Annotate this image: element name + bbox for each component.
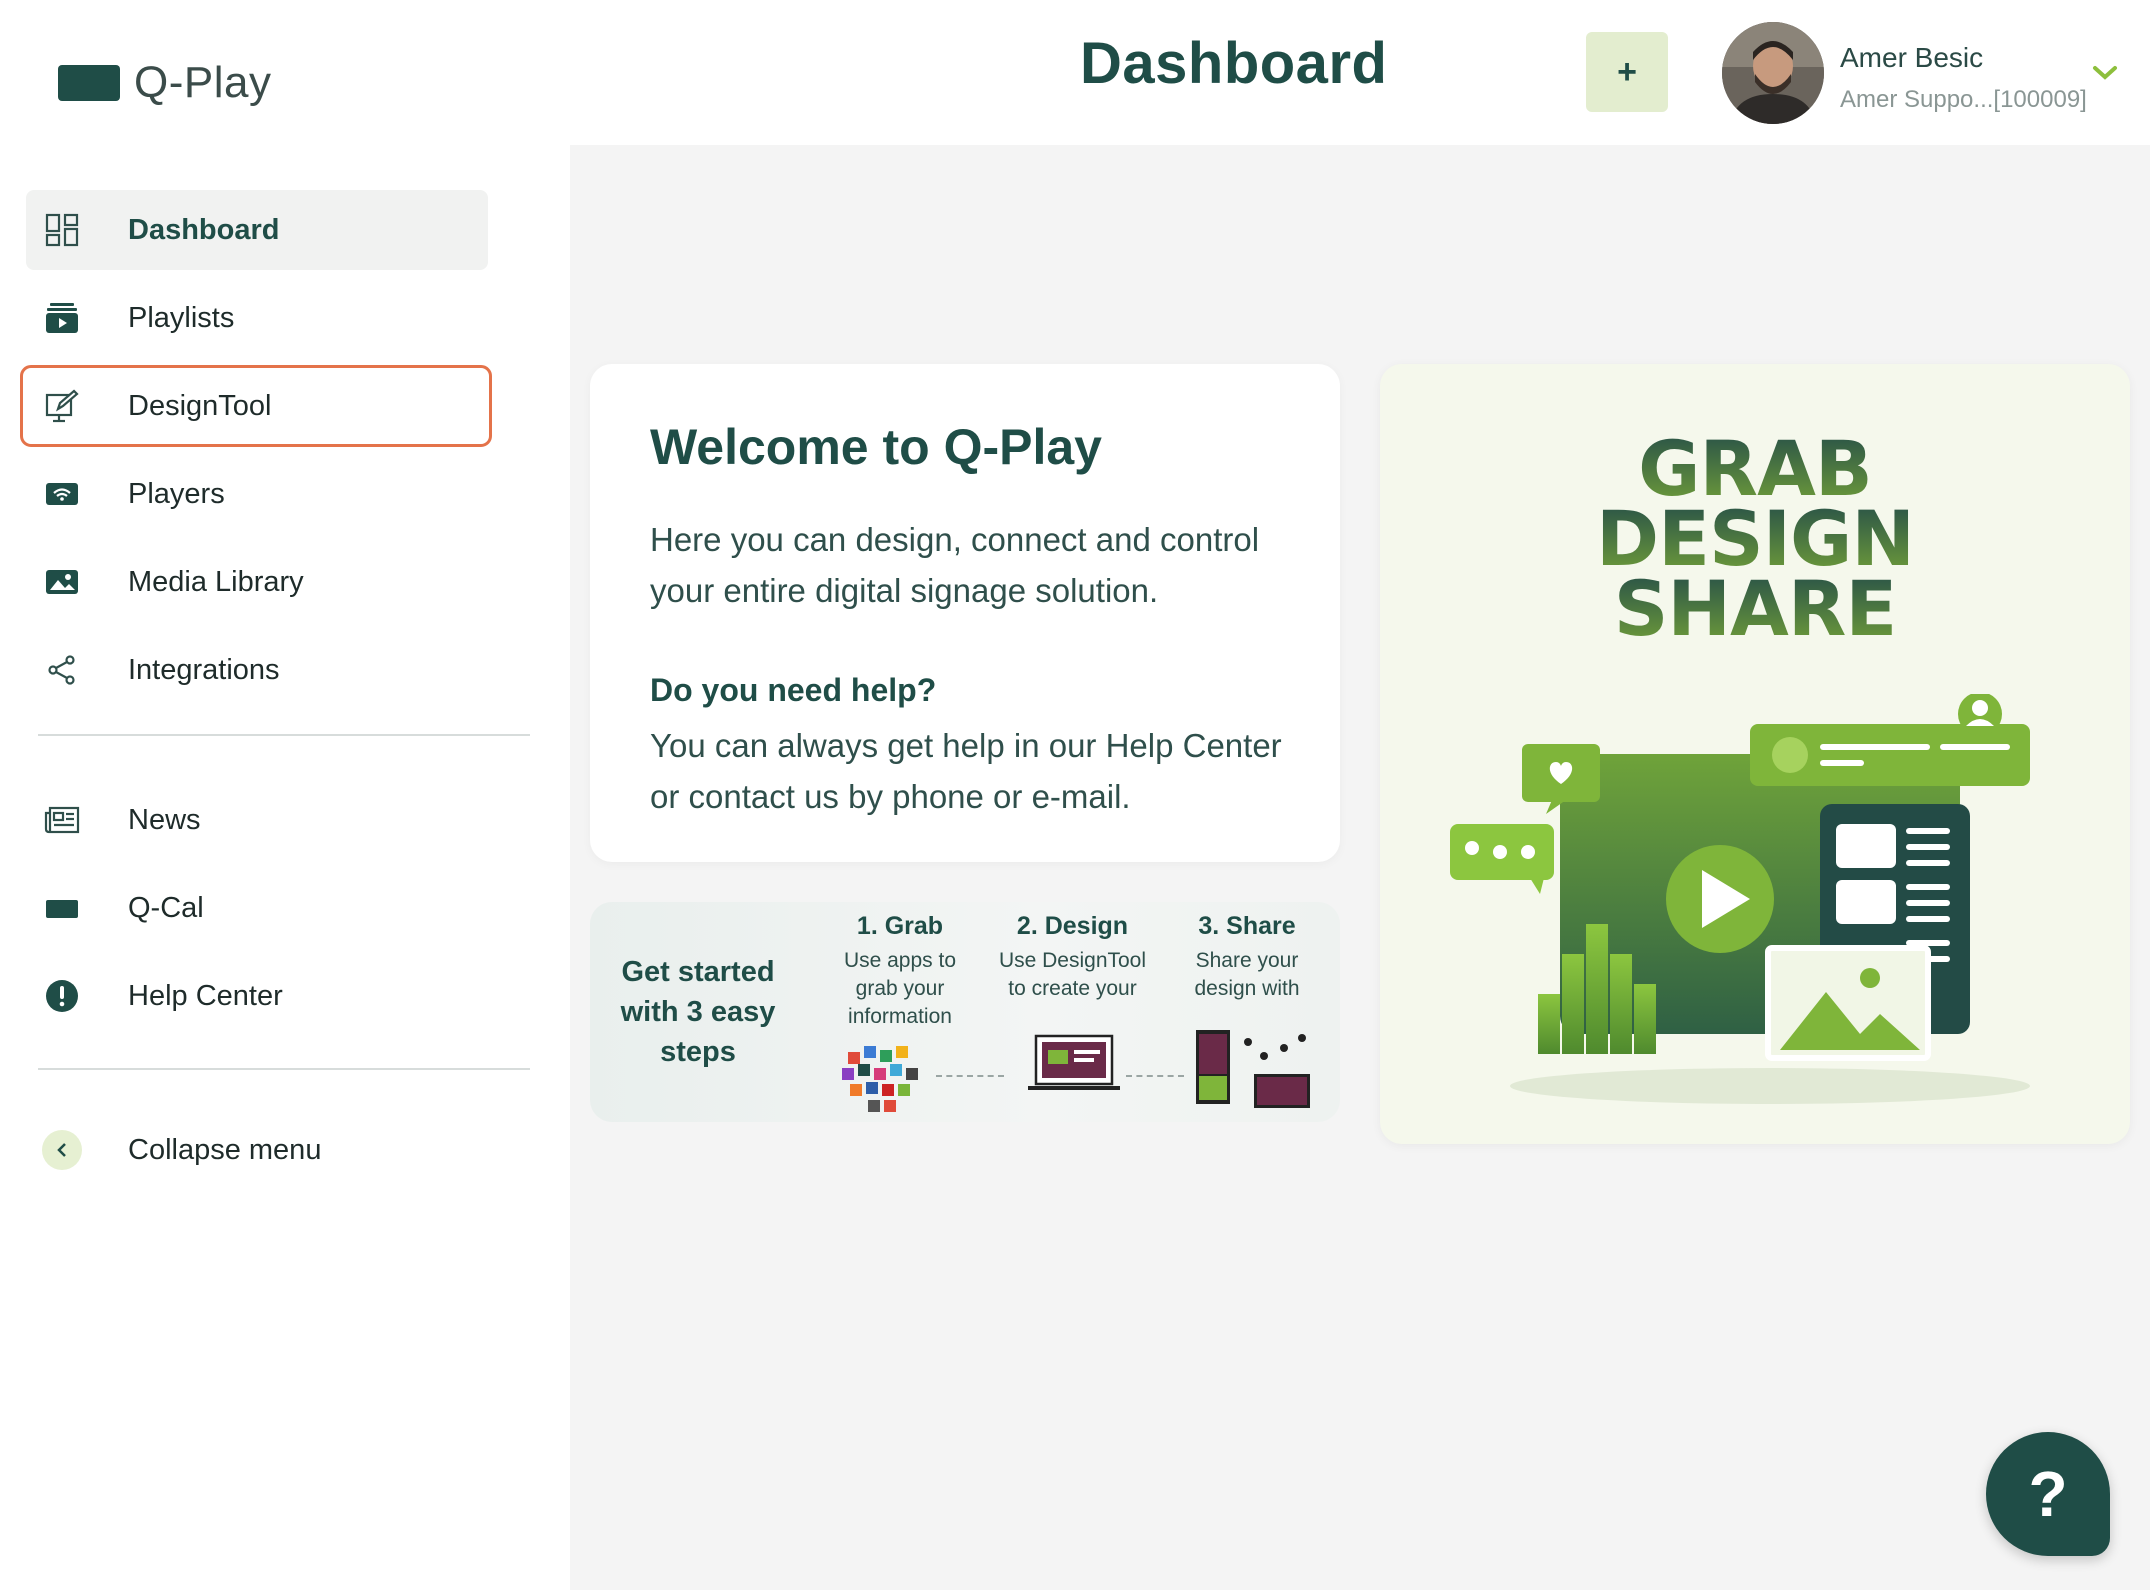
newspaper-icon <box>40 798 84 842</box>
sidebar-item-label: Dashboard <box>128 213 280 246</box>
user-organization: Amer Suppo...[100009] <box>1840 86 2087 113</box>
qcal-icon <box>40 886 84 930</box>
steps-heading: Get started with 3 easy steps <box>620 956 776 1068</box>
sidebar-item-label: Players <box>128 477 225 510</box>
sidebar: Q-Play Dashboard Playlists DesignTool Pl… <box>0 0 570 1596</box>
promo-line-share: SHARE <box>1380 571 2130 647</box>
page-title: Dashboard <box>1080 31 1388 96</box>
user-name[interactable]: Amer Besic <box>1840 42 1983 74</box>
step-desc: Share your design with <box>1194 949 1300 1000</box>
sidebar-nav: Dashboard Playlists DesignTool Players M… <box>20 190 536 1198</box>
promo-card: GRAB DESIGN SHARE <box>1380 364 2130 1144</box>
promo-illustration-icon <box>1450 694 2030 1104</box>
welcome-text: Here you can design, connect and control… <box>650 521 1260 609</box>
promo-headline: GRAB DESIGN SHARE <box>1380 431 2130 647</box>
help-chat-button[interactable]: ? <box>1986 1432 2110 1556</box>
logo-mark <box>58 65 120 101</box>
sidebar-item-label: Integrations <box>128 653 280 686</box>
sidebar-item-news[interactable]: News <box>26 780 488 860</box>
design-edit-icon <box>40 384 84 428</box>
sidebar-divider <box>38 1068 530 1070</box>
step-title: 1. Grab <box>856 912 944 940</box>
sidebar-item-label: Q-Cal <box>128 891 204 924</box>
collapse-menu-button[interactable]: Collapse menu <box>26 1110 488 1190</box>
logo-text: Q-Play <box>134 58 272 107</box>
step-connector <box>936 1075 1004 1077</box>
sidebar-item-label: Help Center <box>128 979 283 1012</box>
welcome-card: Welcome to Q-Play Here you can design, c… <box>590 364 1340 862</box>
step-desc: Use apps to grab your information <box>843 949 957 1028</box>
sidebar-item-designtool[interactable]: DesignTool <box>20 365 492 447</box>
step-connector <box>1126 1075 1184 1077</box>
welcome-title: Welcome to Q-Play <box>650 419 1102 475</box>
sidebar-item-integrations[interactable]: Integrations <box>26 630 488 710</box>
step-title: 3. Share <box>1198 912 1296 940</box>
avatar[interactable] <box>1722 22 1824 124</box>
help-text: You can always get help in our Help Cent… <box>650 727 1282 815</box>
sidebar-item-qcal[interactable]: Q-Cal <box>26 868 488 948</box>
sidebar-item-players[interactable]: Players <box>26 454 488 534</box>
alert-circle-icon <box>40 974 84 1018</box>
help-title: Do you need help? <box>650 672 937 708</box>
sidebar-item-playlists[interactable]: Playlists <box>26 278 488 358</box>
apps-cluster-icon <box>842 1046 918 1112</box>
sidebar-divider <box>38 734 530 736</box>
step-design: 2. Design Use DesignTool to create your <box>990 912 1155 1003</box>
collapse-icon-wrap <box>40 1128 84 1172</box>
chevron-left-icon <box>42 1130 82 1170</box>
get-started-card[interactable]: Get started with 3 easy steps 1. Grab Us… <box>590 902 1340 1122</box>
media-image-icon <box>40 560 84 604</box>
share-nodes-icon <box>40 648 84 692</box>
sidebar-item-label: Playlists <box>128 301 235 334</box>
screens-icon <box>1196 1030 1310 1108</box>
sidebar-item-media-library[interactable]: Media Library <box>26 542 488 622</box>
collapse-menu-label: Collapse menu <box>128 1133 322 1166</box>
laptop-icon <box>1028 1034 1120 1090</box>
chevron-down-icon[interactable] <box>2090 58 2120 88</box>
sidebar-item-label: News <box>128 803 201 836</box>
sidebar-item-label: DesignTool <box>128 389 272 422</box>
step-grab: 1. Grab Use apps to grab your informatio… <box>825 912 975 1031</box>
step-share: 3. Share Share your design with <box>1172 912 1322 1003</box>
sidebar-item-label: Media Library <box>128 565 304 598</box>
add-button[interactable]: + <box>1586 32 1668 112</box>
playlist-icon <box>40 296 84 340</box>
sidebar-item-dashboard[interactable]: Dashboard <box>26 190 488 270</box>
logo[interactable]: Q-Play <box>58 58 271 108</box>
sidebar-item-help-center[interactable]: Help Center <box>26 956 488 1036</box>
step-title: 2. Design <box>1016 912 1129 940</box>
dashboard-grid-icon <box>40 208 84 252</box>
player-wifi-icon <box>40 472 84 516</box>
step-desc: Use DesignTool to create your <box>998 949 1147 1000</box>
